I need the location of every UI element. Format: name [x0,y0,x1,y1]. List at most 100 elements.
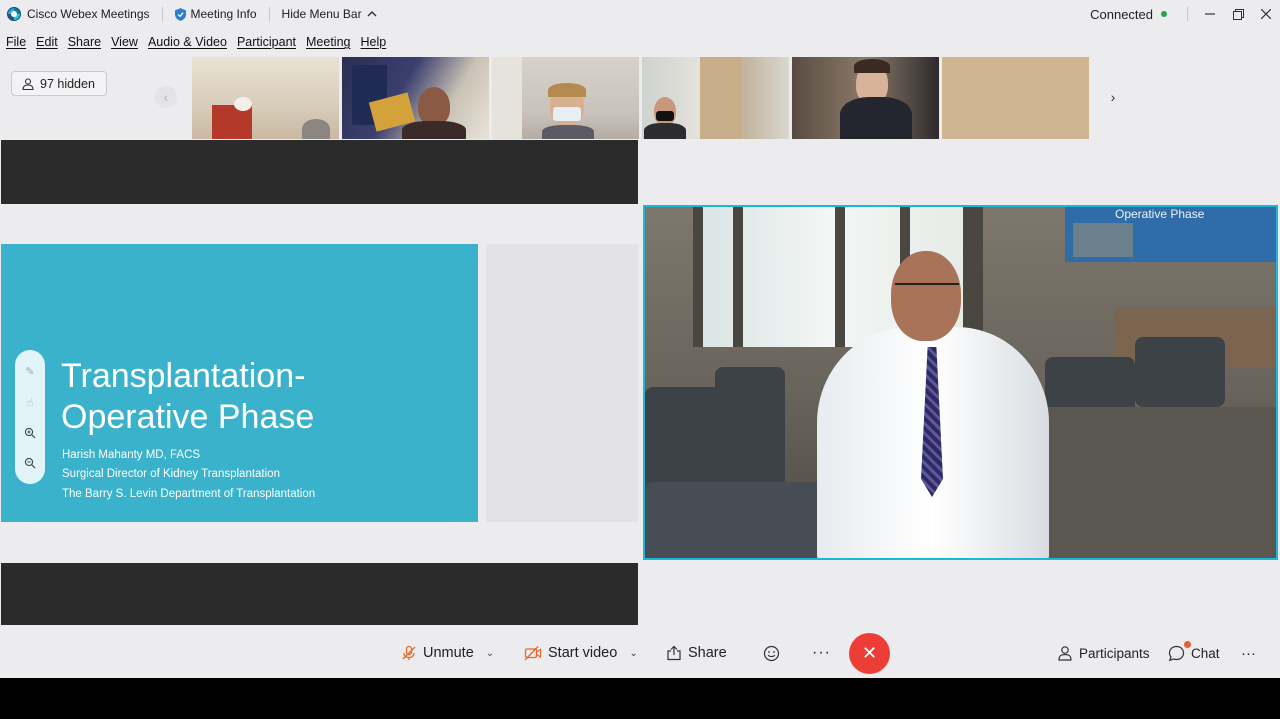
hide-menu-bar-label: Hide Menu Bar [281,7,362,21]
slide-department: The Barry S. Levin Department of Transpl… [62,488,316,500]
participant-video-thumb-4[interactable] [642,57,789,139]
close-x-icon: ✕ [861,643,878,663]
chat-label: Chat [1191,645,1220,661]
shield-icon [174,7,186,21]
restore-button[interactable] [1224,0,1252,28]
share-label: Share [688,645,727,661]
filmstrip-next-button[interactable]: › [1102,86,1124,108]
webex-window: Cisco Webex Meetings Meeting Info Hide M… [0,0,1280,678]
minimize-button[interactable] [1196,0,1224,28]
mic-muted-icon [402,645,416,660]
video-speaker-head [891,251,961,341]
thumb-hair [854,59,890,73]
thumb-person-body [644,123,686,139]
zoom-out-icon[interactable] [24,457,36,469]
menu-meeting[interactable]: Meeting [306,35,350,49]
video-options-chevron-icon[interactable]: ⌄ [629,648,637,659]
participant-video-thumb-1[interactable] [192,57,339,139]
participant-video-thumb-2[interactable] [342,57,489,139]
menu-participant[interactable]: Participant [237,35,296,49]
more-dots-icon: ··· [812,644,831,661]
menu-view[interactable]: View [111,35,138,49]
video-screen-inset [1073,223,1133,257]
video-chair-front [645,482,845,558]
thumb-person-body [840,97,912,139]
share-button[interactable]: Share [666,633,727,673]
meeting-info-button[interactable]: Meeting Info [174,7,257,21]
thumb-hair [548,83,586,97]
unmute-options-chevron-icon[interactable]: ⌄ [486,648,494,659]
thumb-wall [492,57,522,139]
hidden-count-label: 97 hidden [40,76,95,91]
title-bar: Cisco Webex Meetings Meeting Info Hide M… [0,0,1280,28]
minimize-icon [1205,13,1215,15]
participants-button[interactable]: Participants [1057,633,1150,673]
thumb-door [700,57,742,139]
chat-button[interactable]: Chat [1168,633,1220,673]
more-dots-icon-2: ··· [1241,644,1256,662]
chevron-left-icon: ‹ [163,89,169,105]
filmstrip-prev-button[interactable]: ‹ [155,86,177,108]
menu-file[interactable]: File [6,35,26,49]
connection-dot-icon [1161,11,1167,17]
thumb-mask [656,111,674,121]
participant-video-thumb-6[interactable] [942,57,1089,139]
annotation-toolbar: ✎ ☝ [15,350,45,484]
connection-status: Connected [1090,6,1153,22]
participants-label: Participants [1079,645,1150,661]
menu-help[interactable]: Help [360,35,386,49]
thumb-person-head [418,87,450,125]
video-chair-4 [1135,337,1225,407]
thumb-person-body [402,121,466,139]
video-window-frame [693,207,703,347]
thumb-person-body [542,125,594,139]
annotate-icon[interactable]: ✎ [25,365,34,378]
participant-video-thumb-5[interactable] [792,57,939,139]
thumb-object-2 [234,97,252,111]
pointer-icon[interactable]: ☝ [27,396,34,409]
hide-menu-bar-button[interactable]: Hide Menu Bar [282,7,377,21]
letterbox-bottom [1,563,638,625]
share-icon [667,645,681,661]
slide-role: Surgical Director of Kidney Transplantat… [62,468,280,480]
slide-title-line-2: Operative Phase [61,398,315,436]
menu-share[interactable]: Share [68,35,101,49]
person-icon [22,77,34,90]
restore-icon [1232,8,1244,20]
title-separator-2 [268,7,270,21]
more-options-button[interactable]: ··· [812,633,831,673]
slide-presenter: Harish Mahanty MD, FACS [62,449,201,461]
slide-title: Transplantation- Operative Phase [61,356,461,438]
participants-icon [1058,646,1072,661]
menu-audio-video[interactable]: Audio & Video [148,35,227,49]
video-chair-2 [715,367,785,487]
screen-bottom-black [0,678,1280,719]
thumb-object-3 [302,119,330,139]
video-window-frame-2 [733,207,743,347]
active-speaker-video[interactable]: Operative Phase [643,205,1278,560]
video-window-frame-3 [835,207,845,347]
title-separator [161,7,163,21]
participant-video-thumb-3[interactable] [492,57,639,139]
hidden-participants-button[interactable]: 97 hidden [11,71,107,96]
video-screen-text: Operative Phase [1115,207,1205,221]
chevron-up-icon [367,11,377,17]
slide-side-panel [486,244,638,522]
chat-icon [1168,645,1185,661]
chat-notification-dot-icon [1184,641,1191,648]
thumb-mask [553,107,581,121]
start-video-button[interactable]: Start video ⌄ [524,633,638,673]
menu-bar: File Edit Share View Audio & Video Parti… [0,32,390,52]
reactions-button[interactable] [763,633,786,673]
meeting-info-label: Meeting Info [190,7,257,21]
close-button[interactable] [1252,0,1280,28]
letterbox-top [1,140,638,204]
panel-more-button[interactable]: ··· [1241,633,1256,673]
zoom-in-icon[interactable] [24,427,36,439]
close-icon [1261,9,1271,19]
unmute-button[interactable]: Unmute ⌄ [401,633,494,673]
window-controls: Connected [1090,0,1280,28]
start-video-label: Start video [548,645,618,661]
menu-edit[interactable]: Edit [36,35,58,49]
leave-meeting-button[interactable]: ✕ [849,633,890,674]
